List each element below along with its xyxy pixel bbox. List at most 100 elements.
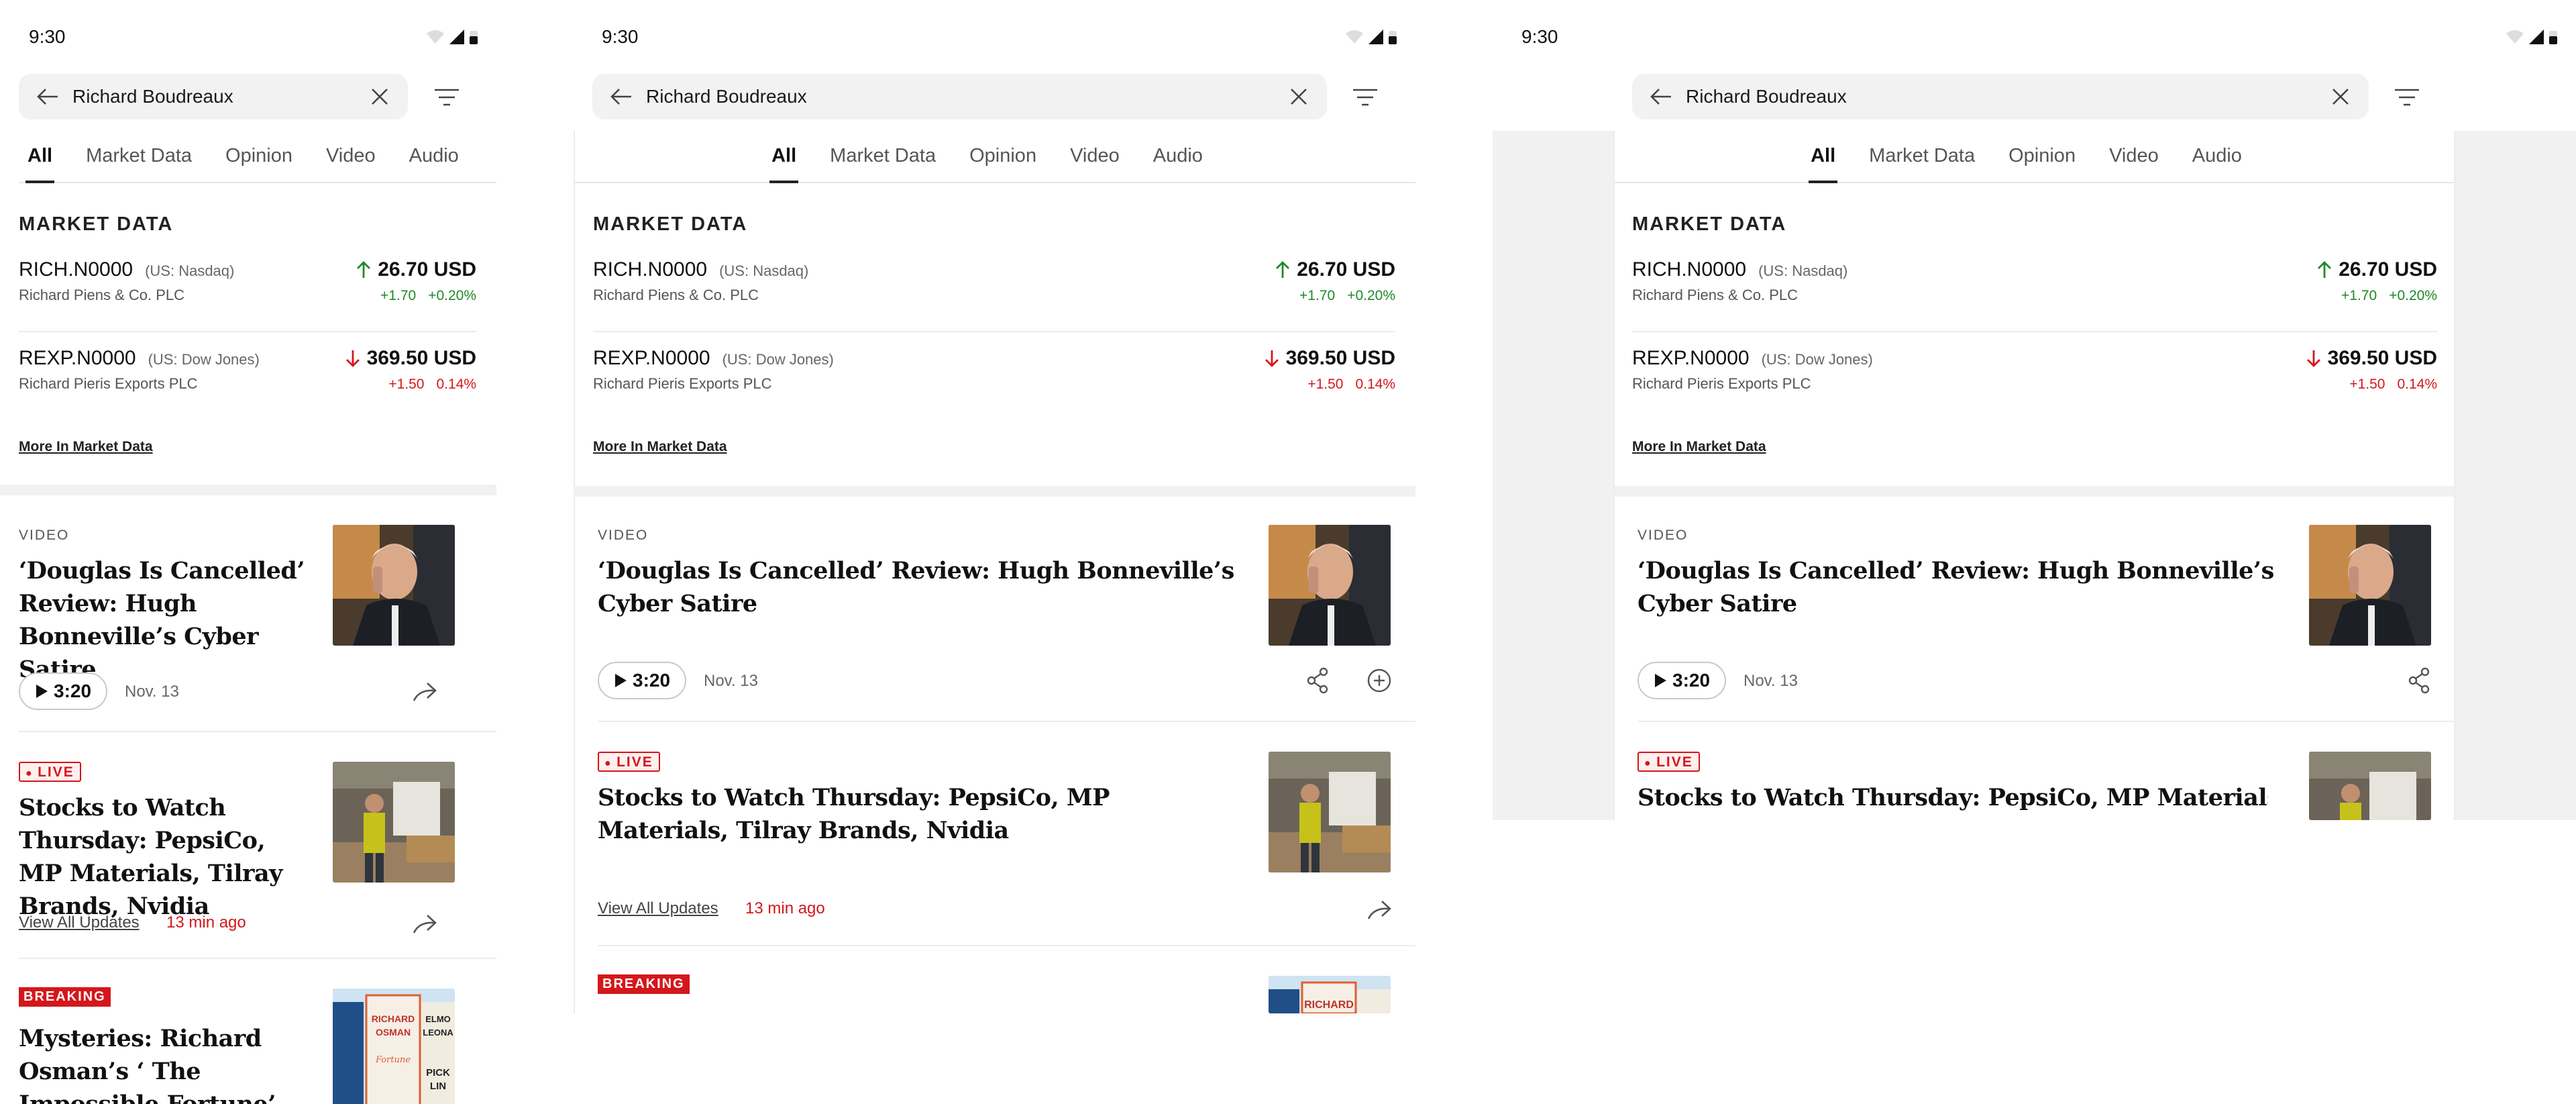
phone-screen: 9:30 Richard Boudreaux All Market Data O… xyxy=(0,0,496,1104)
search-input[interactable]: Richard Boudreaux xyxy=(592,74,1327,119)
quote-company: Richard Piens & Co. PLC xyxy=(1632,287,1798,303)
article-headline[interactable]: Stocks to Watch Thursday: PepsiCo, MP Ma… xyxy=(598,781,1201,847)
tab-audio[interactable]: Audio xyxy=(1144,130,1212,182)
quote-row[interactable]: RICH.N0000 (US: Nasdaq) Richard Piens & C… xyxy=(593,245,1395,332)
share-icon[interactable] xyxy=(1362,893,1396,926)
quote-row[interactable]: REXP.N0000 (US: Dow Jones) Richard Pieris… xyxy=(1632,334,2437,421)
play-button[interactable]: 3:20 xyxy=(1638,662,1727,699)
play-button[interactable]: 3:20 xyxy=(19,672,108,710)
quote-symbol-line: REXP.N0000 (US: Dow Jones) xyxy=(19,347,260,370)
quote-row[interactable]: REXP.N0000 (US: Dow Jones) Richard Pieris… xyxy=(19,334,476,421)
search-query: Richard Boudreaux xyxy=(1686,86,1847,107)
quote-change-value: +1.50 xyxy=(1307,377,1344,392)
article-headline[interactable]: ‘Douglas Is Cancelled’ Review: Hugh Bonn… xyxy=(598,554,1242,620)
tab-video[interactable]: Video xyxy=(1061,130,1128,182)
market-data-heading: MARKET DATA xyxy=(593,213,748,235)
view-all-updates-link[interactable]: View All Updates xyxy=(19,913,140,932)
share-icon[interactable] xyxy=(408,907,441,940)
more-in-market-data-link[interactable]: More In Market Data xyxy=(1632,439,1766,455)
live-badge: ● LIVE xyxy=(1638,752,1700,772)
updated-time: 13 min ago xyxy=(745,899,825,917)
article-thumbnail xyxy=(2309,525,2431,646)
tab-opinion[interactable]: Opinion xyxy=(2000,130,2084,182)
tab-market-data[interactable]: Market Data xyxy=(77,130,201,182)
article-live[interactable]: ● LIVE Stocks to Watch Thursday: PepsiCo… xyxy=(598,722,1415,946)
play-icon xyxy=(36,685,48,698)
quote-symbol: REXP.N0000 xyxy=(1632,347,1750,369)
filter-icon[interactable] xyxy=(1345,77,1385,117)
back-arrow-icon[interactable] xyxy=(1642,74,1680,119)
tab-all[interactable]: All xyxy=(19,130,61,183)
status-bar: 9:30 xyxy=(1493,0,2576,74)
article-live[interactable]: ● LIVE Stocks to Watch Thursday: PepsiCo… xyxy=(19,732,496,959)
status-bar: 9:30 xyxy=(574,0,1415,74)
arrow-down-icon xyxy=(2306,350,2320,367)
search-query: Richard Boudreaux xyxy=(646,86,807,107)
share-icon[interactable] xyxy=(2402,664,2436,697)
quote-company: Richard Pieris Exports PLC xyxy=(19,375,198,392)
arrow-down-icon xyxy=(345,350,360,367)
quote-change-percent: +0.20% xyxy=(2389,288,2437,303)
article-breaking[interactable]: BREAKING Mysteries: Richard Osman’s ‘ Th… xyxy=(19,959,496,1104)
clear-icon[interactable] xyxy=(2320,74,2361,119)
tab-all[interactable]: All xyxy=(763,130,805,183)
article-video[interactable]: VIDEO ‘Douglas Is Cancelled’ Review: Hug… xyxy=(1638,495,2453,722)
tab-label: All xyxy=(771,144,797,166)
quote-row[interactable]: RICH.N0000 (US: Nasdaq) Richard Piens & C… xyxy=(19,245,476,332)
article-headline[interactable]: Stocks to Watch Thursday: PepsiCo, MP Ma… xyxy=(19,791,314,923)
share-icon[interactable] xyxy=(408,674,441,708)
tab-label: Video xyxy=(325,144,376,166)
quote-price: 369.50 USD xyxy=(1265,347,1395,370)
quote-price: 369.50 USD xyxy=(2306,347,2437,370)
article-headline[interactable]: Mysteries: Richard Osman’s ‘ The Impossi… xyxy=(19,1022,314,1104)
tab-video[interactable]: Video xyxy=(317,130,384,182)
filter-icon[interactable] xyxy=(2387,77,2427,117)
tab-all[interactable]: All xyxy=(1802,130,1844,183)
status-bar: 9:30 xyxy=(0,0,496,74)
live-badge: ● LIVE xyxy=(598,752,660,772)
tab-opinion[interactable]: Opinion xyxy=(217,130,301,182)
article-headline[interactable]: ‘Douglas Is Cancelled’ Review: Hugh Bonn… xyxy=(19,554,314,686)
tab-opinion[interactable]: Opinion xyxy=(961,130,1045,182)
more-in-market-data-link[interactable]: More In Market Data xyxy=(593,439,727,455)
tab-bar: All Market Data Opinion Video Audio xyxy=(1615,131,2454,183)
more-in-market-data-link[interactable]: More In Market Data xyxy=(19,439,153,455)
article-breaking[interactable]: BREAKING RICHARD xyxy=(598,946,1415,1013)
view-all-updates-link[interactable]: View All Updates xyxy=(598,899,718,918)
quote-row[interactable]: RICH.N0000 (US: Nasdaq) Richard Piens & C… xyxy=(1632,245,2437,332)
tab-market-data[interactable]: Market Data xyxy=(821,130,945,182)
tab-video[interactable]: Video xyxy=(2100,130,2167,182)
quote-exchange: (US: Dow Jones) xyxy=(722,351,834,368)
quote-change-value: +1.50 xyxy=(2349,377,2385,392)
article-headline[interactable]: Stocks to Watch Thursday: PepsiCo, MP Ma… xyxy=(1638,781,2268,820)
article-video[interactable]: VIDEO ‘Douglas Is Cancelled’ Review: Hug… xyxy=(19,495,496,732)
tab-audio[interactable]: Audio xyxy=(400,130,468,182)
quote-row[interactable]: REXP.N0000 (US: Dow Jones) Richard Pieris… xyxy=(593,334,1395,421)
share-icon[interactable] xyxy=(1301,664,1334,697)
article-thumbnail xyxy=(333,525,455,646)
play-button[interactable]: 3:20 xyxy=(598,662,687,699)
tab-audio[interactable]: Audio xyxy=(2184,130,2251,182)
left-gutter xyxy=(1493,131,1613,820)
article-live[interactable]: ● LIVE Stocks to Watch Thursday: PepsiCo… xyxy=(1638,722,2453,820)
article-headline[interactable]: ‘Douglas Is Cancelled’ Review: Hugh Bonn… xyxy=(1638,554,2282,620)
search-input[interactable]: Richard Boudreaux xyxy=(19,74,408,119)
back-arrow-icon[interactable] xyxy=(28,74,67,119)
filter-icon[interactable] xyxy=(427,77,467,117)
clear-icon[interactable] xyxy=(1279,74,1319,119)
article-video[interactable]: VIDEO ‘Douglas Is Cancelled’ Review: Hug… xyxy=(598,495,1415,722)
tab-label: Opinion xyxy=(225,144,292,166)
quote-company: Richard Pieris Exports PLC xyxy=(593,375,772,392)
quote-change: +1.50 0.14% xyxy=(2349,377,2437,393)
quote-symbol: REXP.N0000 xyxy=(593,347,710,369)
add-icon[interactable] xyxy=(1362,664,1396,697)
search-input[interactable]: Richard Boudreaux xyxy=(1632,74,2369,119)
quote-exchange: (US: Dow Jones) xyxy=(148,351,260,368)
live-badge: ● LIVE xyxy=(19,762,81,782)
quote-change-value: +1.70 xyxy=(380,288,417,303)
quote-change-percent: 0.14% xyxy=(436,377,476,392)
back-arrow-icon[interactable] xyxy=(602,74,641,119)
clear-icon[interactable] xyxy=(360,74,400,119)
quote-price: 26.70 USD xyxy=(2317,258,2437,281)
tab-market-data[interactable]: Market Data xyxy=(1860,130,1984,182)
